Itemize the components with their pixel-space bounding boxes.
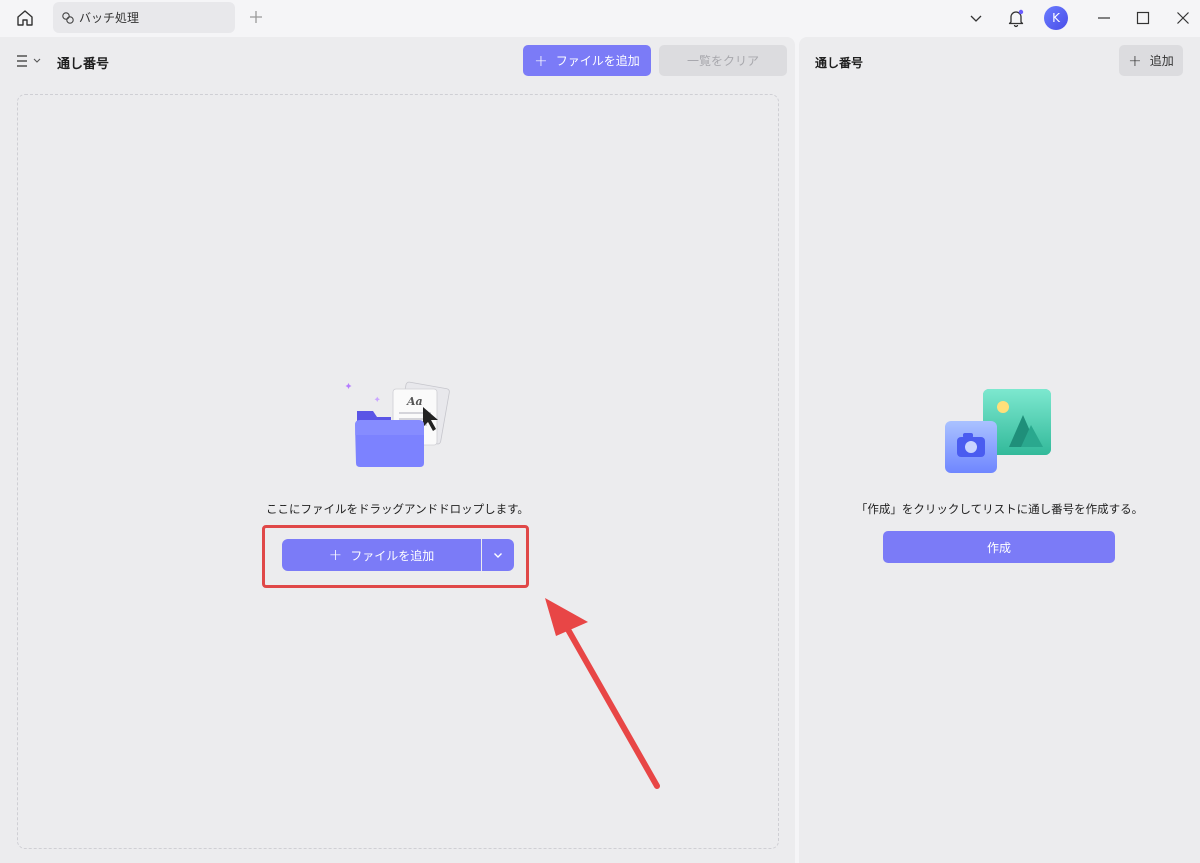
minimize-button[interactable]	[1092, 0, 1116, 36]
folder-files-icon: Aa	[345, 381, 450, 467]
avatar: K	[1044, 6, 1068, 30]
drop-hint-text: ここにファイルをドラッグアンドドロップします。	[266, 502, 529, 516]
clear-list-button[interactable]: 一覧をクリア	[659, 45, 787, 76]
create-button[interactable]: 作成	[883, 531, 1115, 563]
file-list-panel: 通し番号 + ファイルを追加 一覧をクリア Aa ここにファイルをドラッグアンド…	[0, 37, 795, 863]
svg-text:Aa: Aa	[406, 395, 423, 408]
account-button[interactable]: K	[1043, 0, 1069, 36]
add-file-label: ファイルを追加	[555, 54, 640, 68]
numbering-panel: 通し番号 + 追加 「作成」をクリックしてリストに通し番号を作成する。 作成	[799, 37, 1200, 863]
add-numbering-label: 追加	[1149, 54, 1174, 68]
new-tab-button[interactable]	[246, 7, 266, 27]
notifications-button[interactable]	[1004, 0, 1028, 36]
panel-title: 通し番号	[815, 56, 864, 70]
home-icon	[17, 10, 33, 26]
plus-icon	[250, 11, 262, 23]
maximize-button[interactable]	[1131, 0, 1155, 36]
panel-title: 通し番号	[57, 57, 110, 72]
tab-label: バッチ処理	[79, 11, 140, 25]
bell-icon	[1008, 9, 1024, 28]
tab-batch-processing[interactable]: バッチ処理	[53, 2, 235, 33]
title-bar: バッチ処理 K	[0, 0, 1200, 36]
plus-icon: +	[1128, 50, 1142, 70]
create-hint-text: 「作成」をクリックしてリストに通し番号を作成する。	[855, 502, 1144, 516]
close-icon	[1177, 12, 1189, 24]
menu-icon	[17, 55, 41, 67]
list-menu-button[interactable]	[16, 53, 44, 69]
batch-icon	[61, 11, 75, 25]
clear-list-label: 一覧をクリア	[686, 54, 759, 68]
add-numbering-button[interactable]: + 追加	[1119, 45, 1183, 76]
home-button[interactable]	[12, 6, 38, 30]
create-label: 作成	[986, 540, 1011, 555]
chevron-down-icon	[970, 15, 982, 22]
plus-icon: +	[534, 50, 548, 70]
add-file-button[interactable]: + ファイルを追加	[523, 45, 651, 76]
annotation-highlight-box	[262, 525, 529, 588]
image-camera-icon	[945, 389, 1051, 473]
dropdown-button[interactable]	[964, 0, 988, 36]
close-button[interactable]	[1171, 0, 1195, 36]
maximize-icon	[1136, 11, 1150, 25]
minimize-icon	[1098, 17, 1110, 19]
